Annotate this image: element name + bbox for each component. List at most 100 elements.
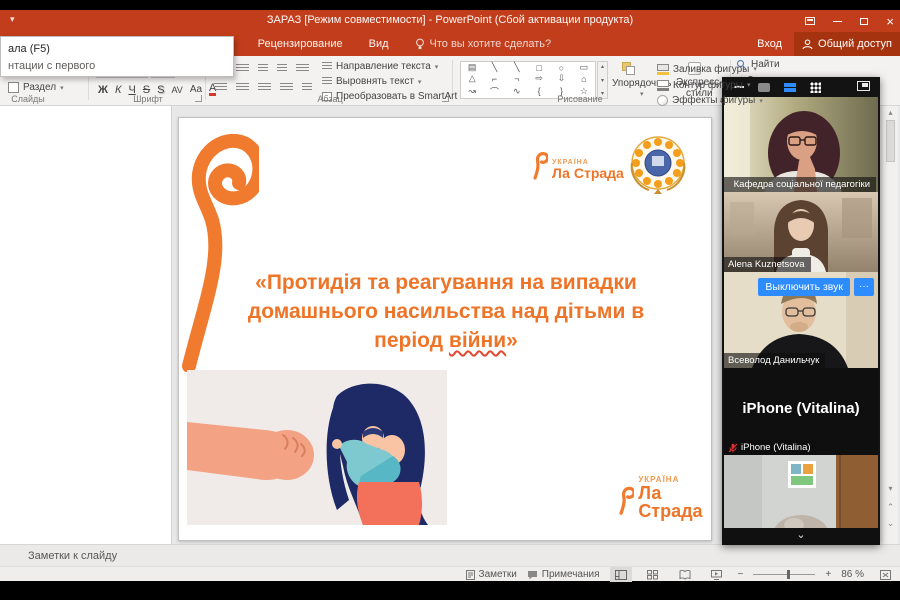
participant-name: Кафедра соціальної педагогіки bbox=[734, 179, 870, 190]
previous-slide-button[interactable]: ⌃ bbox=[883, 502, 898, 513]
arrange-icon bbox=[622, 62, 636, 75]
shape-arrow-down-icon[interactable]: ⇩ bbox=[550, 73, 572, 84]
shape-fill-button[interactable]: Заливка фигуры ▾ bbox=[657, 63, 757, 75]
font-dialog-launcher[interactable] bbox=[195, 95, 202, 102]
scroll-down-icon[interactable]: ▾ bbox=[601, 77, 604, 84]
la-strada-name-label: Ла Страда bbox=[638, 484, 711, 520]
align-right-button[interactable] bbox=[258, 83, 271, 92]
text-direction-icon bbox=[322, 62, 332, 71]
shape-arc-icon[interactable]: ⌒ bbox=[483, 85, 505, 98]
comments-toggle[interactable]: Примечания bbox=[527, 569, 600, 580]
fit-slide-to-window-button[interactable] bbox=[874, 567, 896, 582]
participant-more-options-button[interactable]: ··· bbox=[854, 278, 874, 296]
la-strada-logo-top: УКРАЇНА Ла Страда bbox=[531, 150, 624, 180]
grid-view-icon[interactable] bbox=[810, 82, 821, 93]
tell-me-box[interactable]: Что вы хотите сделать? bbox=[402, 38, 565, 50]
shape-textbox-icon[interactable]: ▤ bbox=[461, 62, 483, 73]
shape-triangle-icon[interactable]: △ bbox=[461, 73, 483, 84]
gallery-view-icon[interactable] bbox=[784, 83, 796, 92]
popout-view-icon[interactable] bbox=[857, 81, 870, 91]
section-button[interactable]: Раздел ▾ bbox=[8, 82, 64, 93]
collapse-panel-bar[interactable]: ⌄ bbox=[722, 528, 880, 545]
columns-button[interactable] bbox=[302, 83, 312, 92]
zoom-in-button[interactable]: + bbox=[825, 569, 831, 580]
bold-button[interactable]: Ж bbox=[98, 84, 108, 96]
notes-icon bbox=[466, 570, 475, 580]
shape-effects-button[interactable]: Эффекты фигуры ▾ bbox=[657, 95, 763, 106]
tab-view[interactable]: Вид bbox=[356, 32, 402, 56]
mute-participant-button[interactable]: Выключить звук bbox=[758, 278, 850, 296]
close-window-icon[interactable]: × bbox=[886, 15, 894, 28]
speaker-view-icon[interactable] bbox=[758, 83, 770, 92]
numbering-button[interactable] bbox=[236, 64, 249, 73]
shape-curve-icon[interactable]: ∿ bbox=[506, 85, 528, 98]
zoom-out-button[interactable]: − bbox=[738, 569, 744, 580]
notes-panel[interactable]: Заметки к слайду bbox=[0, 544, 900, 566]
slide-sorter-view-button[interactable] bbox=[642, 567, 664, 582]
increase-indent-button[interactable] bbox=[277, 64, 287, 73]
shape-freeform-icon[interactable]: ↝ bbox=[461, 85, 483, 98]
restore-window-icon[interactable] bbox=[860, 18, 868, 25]
participant-video-3[interactable]: Выключить звук ··· Всеволод Данильчук bbox=[724, 272, 878, 368]
shape-effects-icon bbox=[657, 95, 668, 106]
la-strada-logo-bottom: УКРАЇНА Ла Страда bbox=[617, 476, 711, 520]
shape-elbow-icon[interactable]: ⌐ bbox=[483, 73, 505, 84]
zoom-slider[interactable] bbox=[753, 574, 815, 575]
slide-title[interactable]: «Протидія та реагування на випадки домаш… bbox=[209, 268, 683, 355]
minimize-window-icon[interactable] bbox=[833, 21, 842, 22]
shape-outline-button[interactable]: Контур фигуры ▾ bbox=[657, 79, 750, 91]
notes-toggle[interactable]: Заметки bbox=[466, 569, 517, 580]
participant-video-2[interactable]: Alena Kuznetsova bbox=[724, 192, 878, 272]
caret-down-icon: ▾ bbox=[60, 84, 64, 92]
zoom-slider-thumb[interactable] bbox=[787, 570, 790, 579]
next-slide-button[interactable]: ⌄ bbox=[883, 518, 898, 529]
line-spacing-button[interactable] bbox=[296, 64, 309, 73]
slide-thumbnails-panel[interactable] bbox=[0, 106, 172, 544]
reading-view-icon bbox=[679, 570, 691, 580]
vertical-scrollbar[interactable]: ▴ ▾ ⌃ ⌄ bbox=[883, 106, 898, 544]
ribbon-display-options-icon[interactable] bbox=[805, 17, 815, 25]
scroll-down-arrow-icon[interactable]: ▾ bbox=[883, 484, 898, 493]
decrease-indent-button[interactable] bbox=[258, 64, 268, 73]
slideshow-icon bbox=[711, 570, 722, 580]
shape-arrow-right-icon[interactable]: ⇨ bbox=[528, 73, 550, 84]
normal-view-button[interactable] bbox=[610, 567, 632, 582]
scrollbar-thumb[interactable] bbox=[886, 120, 895, 162]
zoom-level[interactable]: 86 % bbox=[841, 569, 864, 580]
justify-button[interactable] bbox=[280, 83, 293, 92]
shape-rounded-rect-icon[interactable]: ▭ bbox=[573, 62, 595, 73]
text-direction-button[interactable]: Направление текста ▾ bbox=[322, 61, 438, 72]
screen: ▾ ЗАРАЗ [Режим совместимости] - PowerPoi… bbox=[0, 0, 900, 600]
change-case-button[interactable]: Aa bbox=[190, 84, 202, 95]
tab-review[interactable]: Рецензирование bbox=[245, 32, 356, 56]
arrange-icon-wrap bbox=[622, 62, 636, 75]
scroll-up-icon[interactable]: ▴ bbox=[601, 63, 604, 70]
align-center-button[interactable] bbox=[236, 83, 249, 92]
shape-callout-icon[interactable]: ⌂ bbox=[573, 73, 595, 84]
sign-in-button[interactable]: Вход bbox=[757, 32, 782, 56]
chevron-down-icon[interactable]: ⌄ bbox=[796, 529, 805, 541]
participant-video-5[interactable] bbox=[724, 455, 878, 528]
character-spacing-button[interactable]: AV bbox=[171, 85, 182, 95]
reading-view-button[interactable] bbox=[674, 567, 696, 582]
shape-line-icon[interactable]: ╲ bbox=[483, 62, 505, 73]
shape-oval-icon[interactable]: ○ bbox=[550, 62, 572, 73]
scroll-up-arrow-icon[interactable]: ▴ bbox=[883, 108, 898, 117]
shape-rectangle-icon[interactable]: □ bbox=[528, 62, 550, 73]
share-button[interactable]: Общий доступ bbox=[794, 32, 900, 56]
align-text-button[interactable]: Выровнять текст ▾ bbox=[322, 76, 421, 87]
shape-outline-label: Контур фигуры bbox=[673, 80, 743, 91]
participant-video-1[interactable]: Кафедра соціальної педагогіки bbox=[724, 97, 878, 192]
align-left-button[interactable] bbox=[214, 83, 227, 92]
shape-arrow-line-icon[interactable]: ╲ bbox=[506, 62, 528, 73]
text-direction-label: Направление текста bbox=[336, 61, 431, 72]
paragraph-dialog-launcher[interactable] bbox=[442, 95, 449, 102]
shape-elbow2-icon[interactable]: ¬ bbox=[506, 73, 528, 84]
caret-down-icon: ▾ bbox=[753, 65, 757, 73]
university-emblem-logo bbox=[627, 134, 689, 196]
ribbon-group-label-font: Шрифт bbox=[108, 94, 188, 104]
slideshow-view-button[interactable] bbox=[706, 567, 728, 582]
meeting-panel: Кафедра соціальної педагогіки Alena Kuzn… bbox=[722, 77, 880, 545]
slide[interactable]: УКРАЇНА Ла Страда bbox=[178, 117, 712, 541]
participant-video-4[interactable]: iPhone (Vitalina) iPhone (Vitalina) bbox=[724, 368, 878, 455]
